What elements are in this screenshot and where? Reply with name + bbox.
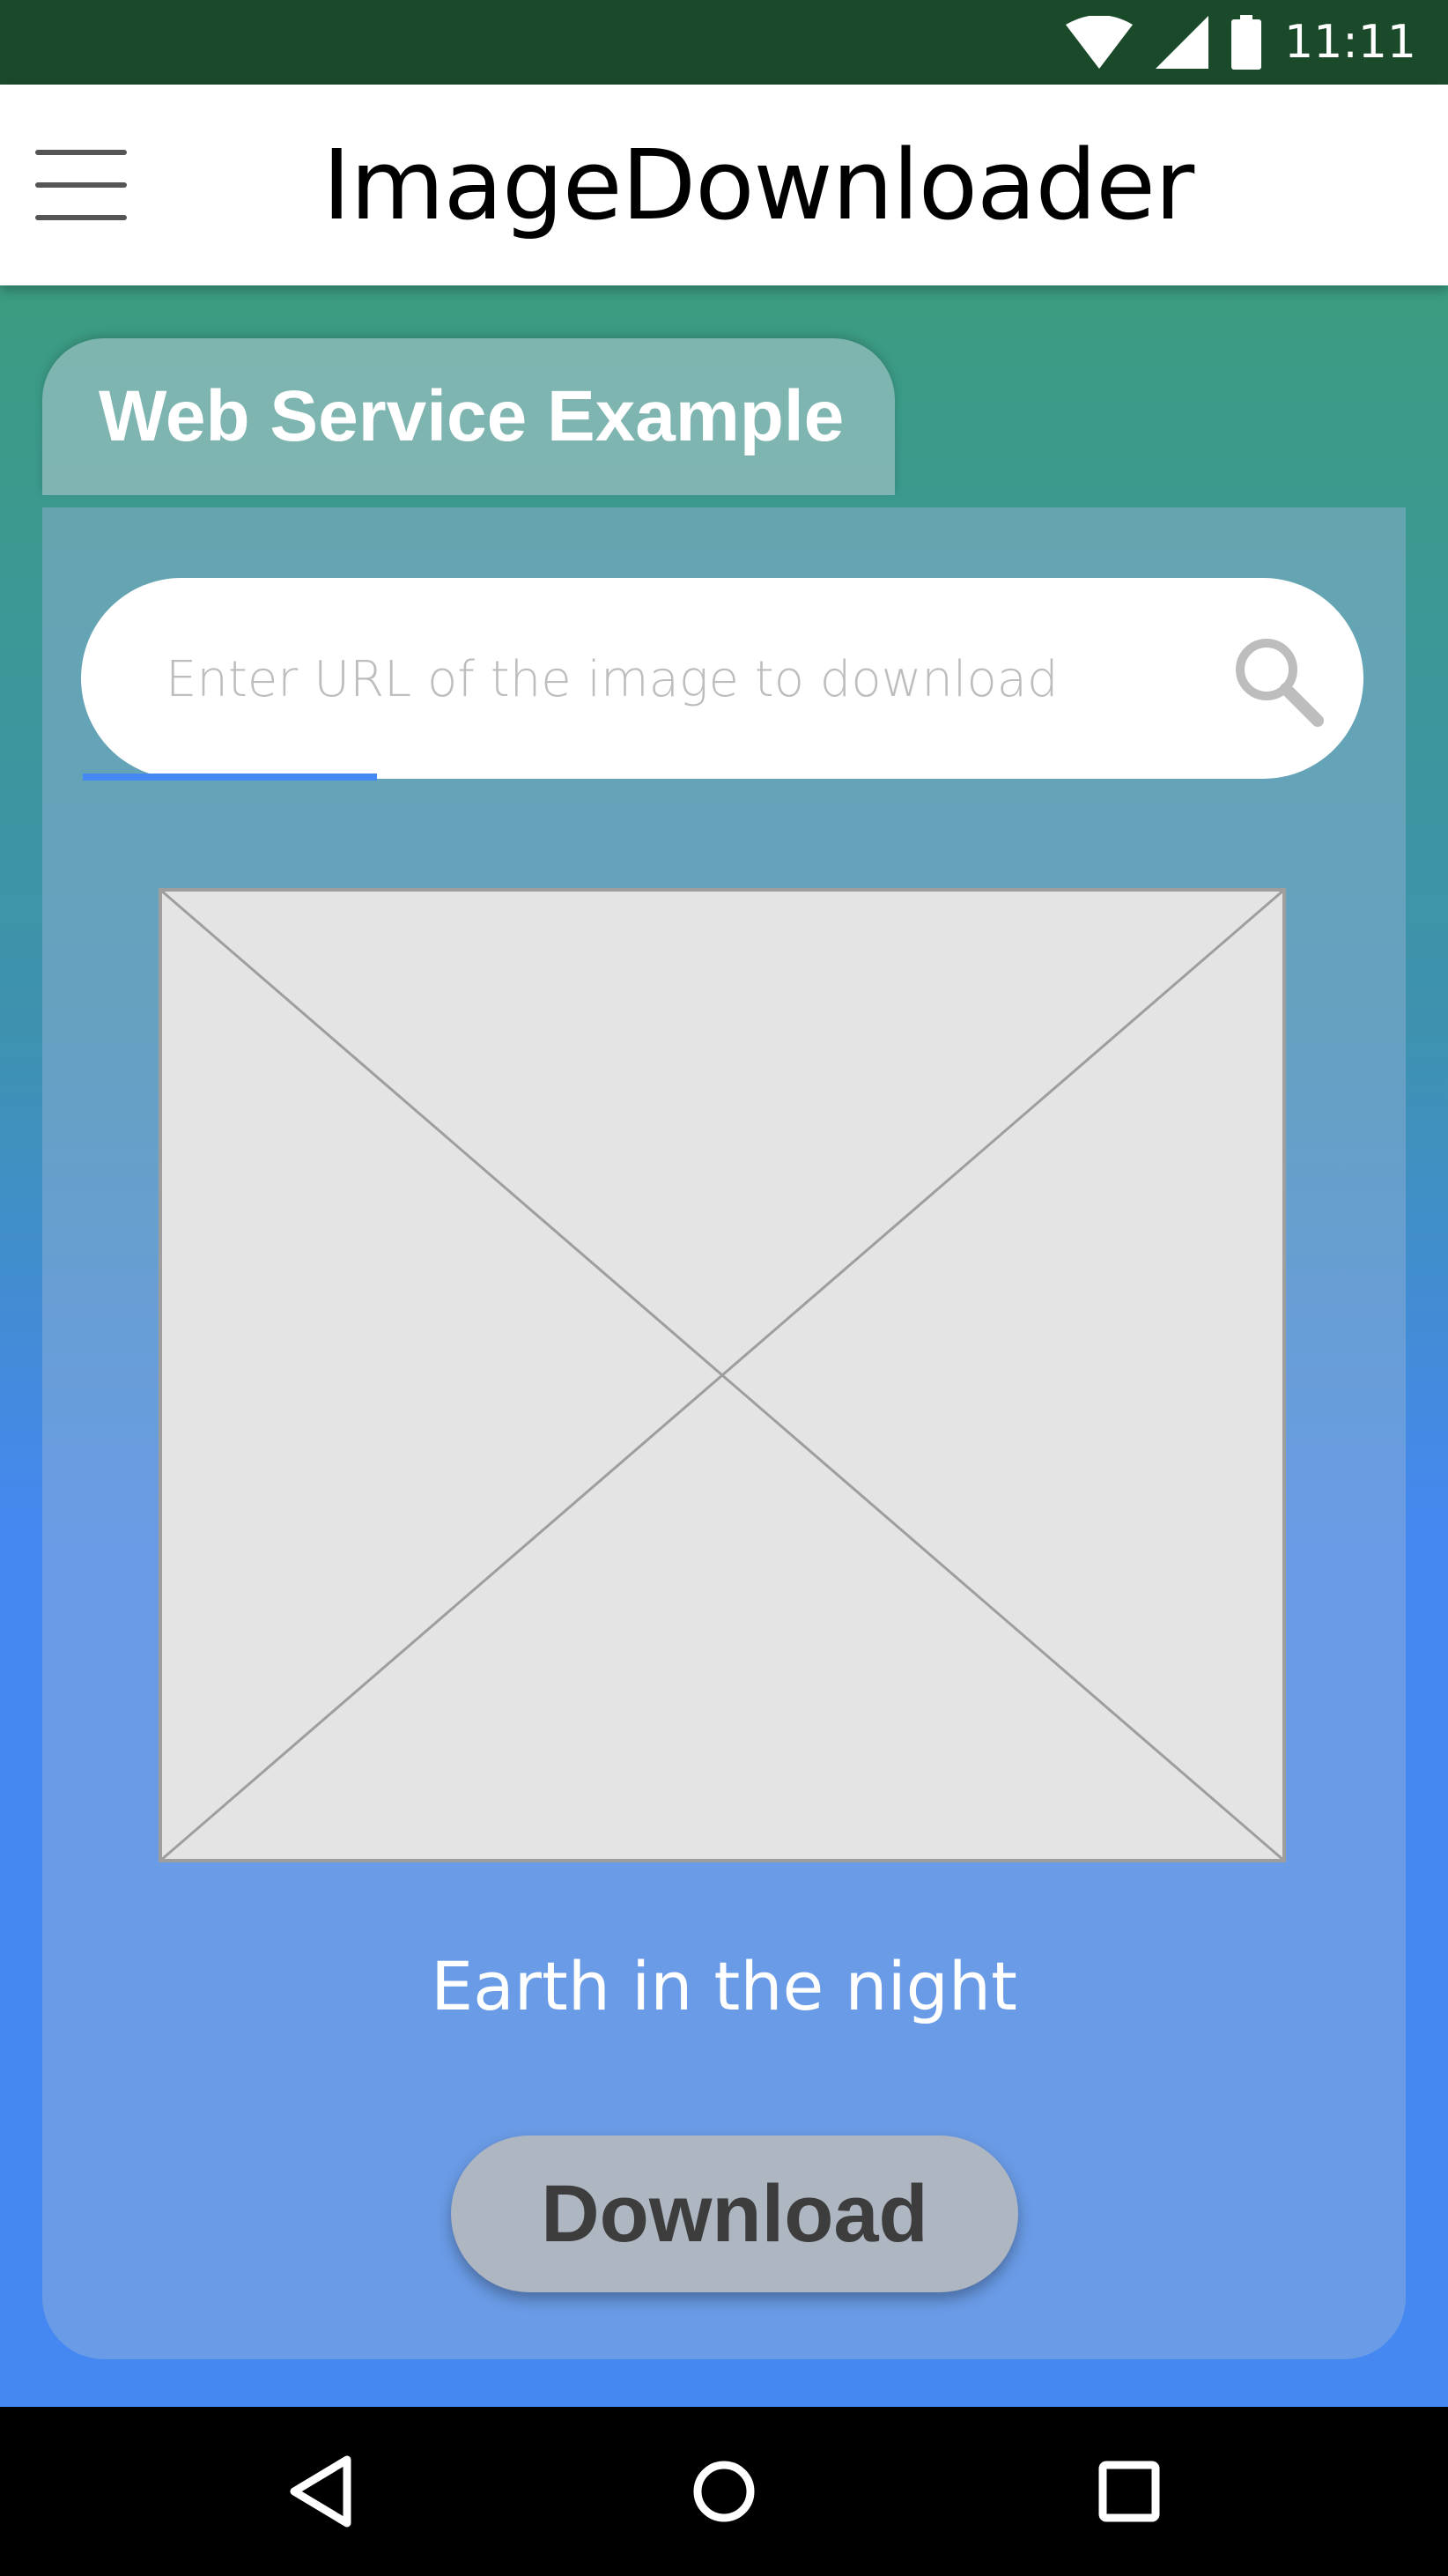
signal-icon — [1156, 16, 1209, 69]
status-bar: 11:11 — [0, 0, 1448, 85]
app-bar: ImageDownloader — [0, 85, 1448, 285]
battery-icon — [1231, 15, 1262, 70]
back-icon[interactable] — [270, 2439, 375, 2544]
download-button[interactable]: Download — [451, 2136, 1018, 2292]
recents-icon[interactable] — [1076, 2439, 1182, 2544]
tab-label: Web Service Example — [99, 376, 845, 456]
url-search-box — [81, 578, 1363, 779]
status-time: 11:11 — [1284, 16, 1416, 69]
wifi-icon — [1066, 16, 1134, 69]
input-focus-underline — [83, 774, 377, 781]
home-icon[interactable] — [671, 2439, 777, 2544]
image-caption: Earth in the night — [431, 1947, 1017, 2025]
app-title: ImageDownloader — [322, 129, 1194, 241]
menu-line — [35, 215, 127, 220]
hamburger-menu-icon[interactable] — [35, 150, 134, 220]
navigation-bar — [0, 2407, 1448, 2576]
menu-line — [35, 150, 127, 155]
tab-web-service-example[interactable]: Web Service Example — [42, 338, 895, 495]
url-input[interactable] — [166, 622, 1178, 737]
menu-line — [35, 182, 127, 188]
search-icon[interactable] — [1230, 633, 1326, 729]
image-placeholder — [159, 888, 1286, 1862]
status-icons: 11:11 — [1066, 0, 1416, 85]
